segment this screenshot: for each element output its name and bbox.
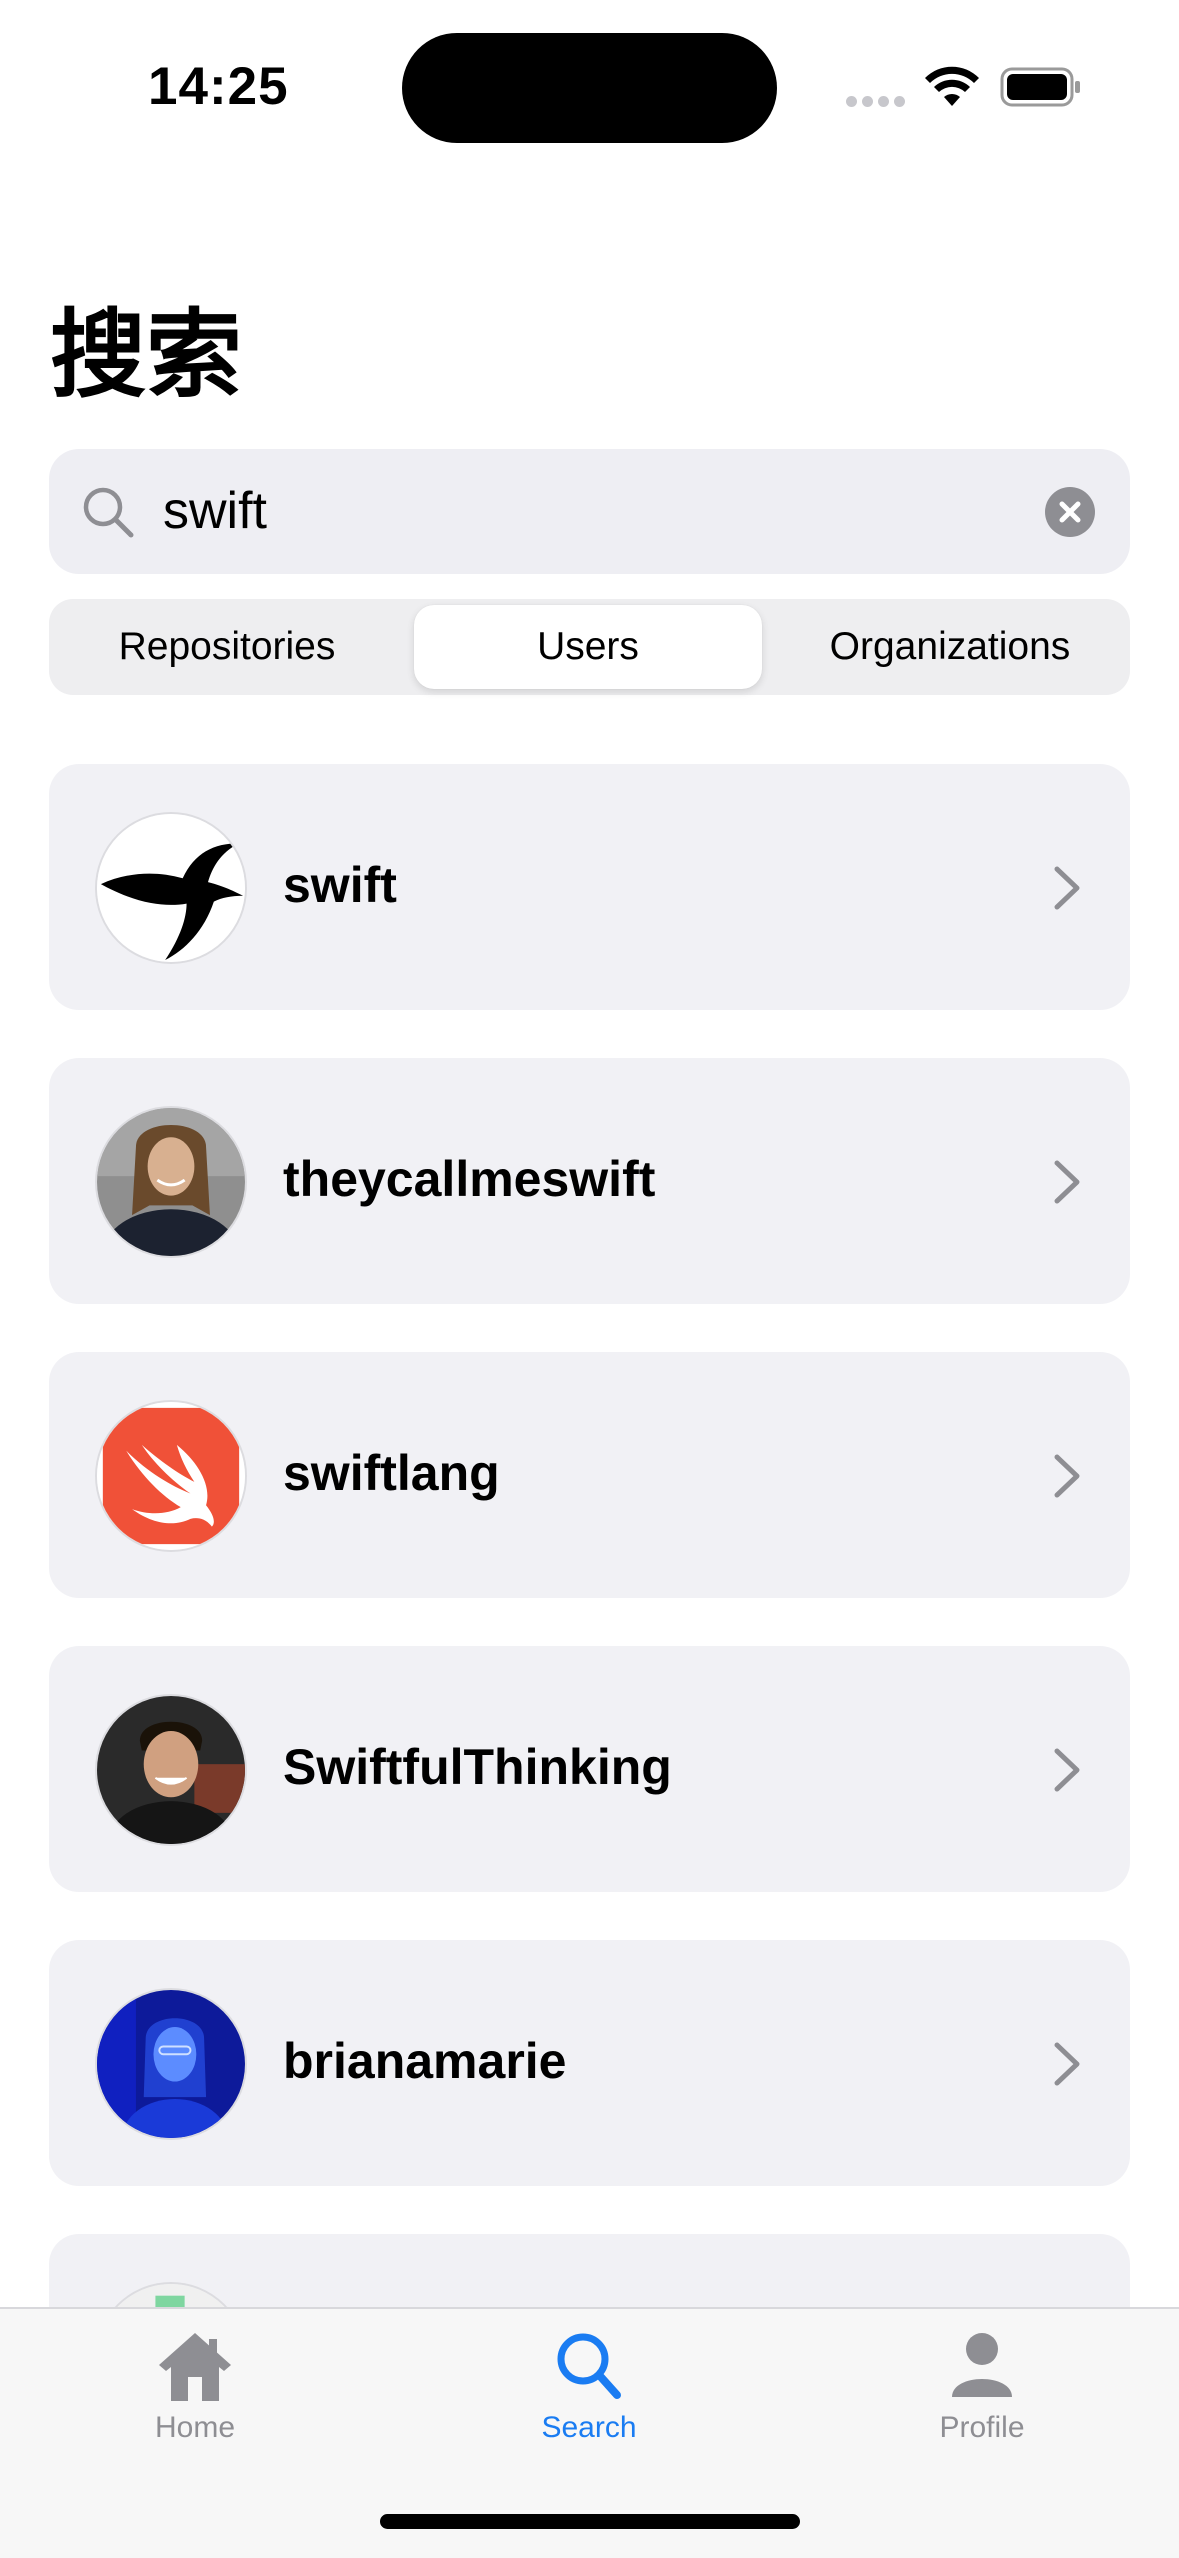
battery-icon: [1000, 67, 1080, 107]
user-name: SwiftfulThinking: [283, 1739, 672, 1795]
user-name: theycallmeswift: [283, 1151, 656, 1207]
photo-man-smiling: [97, 1696, 245, 1844]
chevron-right-icon: [1054, 2042, 1080, 2086]
avatar: [95, 1106, 247, 1258]
search-scope-segmented-control: Repositories Users Organizations: [49, 599, 1130, 695]
tab-search[interactable]: Search: [459, 2329, 719, 2469]
user-row-swiftlang[interactable]: swiftlang: [49, 1352, 1130, 1598]
tab-profile[interactable]: Profile: [852, 2329, 1112, 2469]
user-row-swiftfulthinking[interactable]: SwiftfulThinking: [49, 1646, 1130, 1892]
user-row-theycallmeswift[interactable]: theycallmeswift: [49, 1058, 1130, 1304]
swift-language-logo: [97, 1402, 245, 1550]
user-name: swift: [283, 857, 397, 913]
tab-label: Profile: [939, 2411, 1025, 2444]
search-bar[interactable]: [49, 449, 1130, 574]
tab-label: Search: [541, 2411, 637, 2444]
avatar: [95, 1988, 247, 2140]
avatar: [95, 812, 247, 964]
status-time: 14:25: [148, 57, 289, 116]
chevron-right-icon: [1054, 1160, 1080, 1204]
segment-repositories[interactable]: Repositories: [53, 605, 401, 689]
tab-label: Home: [154, 2411, 236, 2444]
segment-organizations[interactable]: Organizations: [776, 605, 1124, 689]
avatar: [95, 1694, 247, 1846]
swallow-bird-logo: [97, 814, 245, 962]
chevron-right-icon: [1054, 1454, 1080, 1498]
photo-man-long-hair: [97, 1108, 245, 1256]
status-bar: 14:25: [0, 0, 1179, 170]
user-name: brianamarie: [283, 2033, 567, 2089]
chevron-right-icon: [1054, 1748, 1080, 1792]
tab-home[interactable]: Home: [65, 2329, 325, 2469]
user-row-swift[interactable]: swift: [49, 764, 1130, 1010]
wifi-icon: [925, 66, 979, 106]
home-indicator: [380, 2514, 800, 2529]
person-icon: [952, 2333, 1012, 2397]
avatar: [95, 1400, 247, 1552]
dynamic-island: [402, 33, 777, 143]
segment-users[interactable]: Users: [414, 605, 762, 689]
search-input[interactable]: [163, 471, 1043, 551]
user-row-brianamarie[interactable]: brianamarie: [49, 1940, 1130, 2186]
user-name: swiftlang: [283, 1445, 500, 1501]
photo-woman-blue-light: [97, 1990, 245, 2138]
page-title: 搜索: [50, 302, 242, 409]
close-icon: [1059, 501, 1081, 523]
chevron-right-icon: [1054, 866, 1080, 910]
magnifying-glass-icon: [557, 2333, 621, 2399]
house-icon: [159, 2333, 231, 2401]
clear-search-button[interactable]: [1045, 487, 1095, 537]
cellular-signal-icon: [846, 96, 906, 108]
search-icon: [83, 487, 134, 538]
